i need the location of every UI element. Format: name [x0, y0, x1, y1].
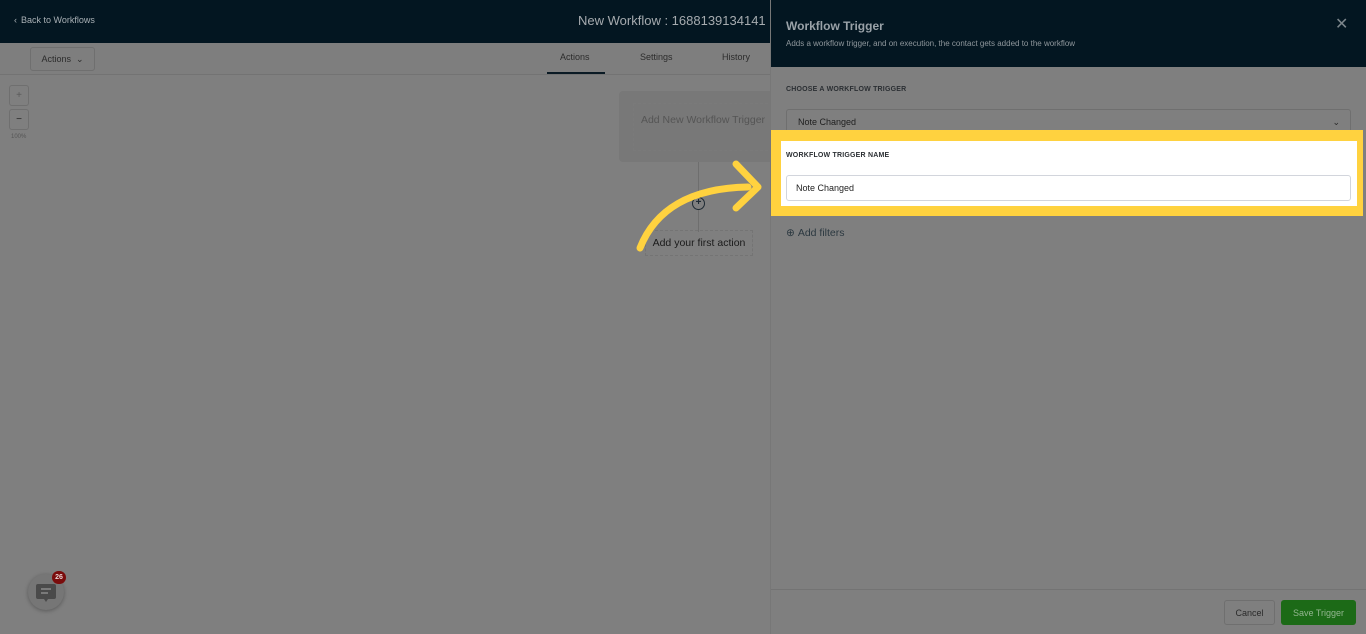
add-trigger-button[interactable]: Add New Workflow Trigger [633, 103, 773, 151]
workflow-trigger-panel: Workflow Trigger Adds a workflow trigger… [770, 0, 1366, 634]
choose-trigger-label: CHOOSE A WORKFLOW TRIGGER [786, 86, 907, 93]
tab-settings[interactable]: Settings [640, 52, 673, 62]
close-icon[interactable]: ✕ [1335, 17, 1351, 33]
highlight-box [771, 130, 1363, 216]
chevron-left-icon: ‹ [14, 15, 17, 25]
trigger-name-label: WORKFLOW TRIGGER NAME [786, 152, 890, 159]
add-filters-link[interactable]: ⊕ Add filters [786, 227, 845, 239]
workflow-toolbar: Actions ⌄ Actions Settings History [0, 43, 770, 75]
add-filters-label: Add filters [797, 227, 845, 239]
trigger-name-input[interactable] [786, 175, 1351, 201]
save-trigger-button[interactable]: Save Trigger [1281, 600, 1356, 625]
zoom-in-button[interactable]: + [9, 85, 29, 106]
zoom-out-button[interactable]: − [9, 109, 29, 130]
cancel-button[interactable]: Cancel [1224, 600, 1275, 625]
actions-dropdown[interactable]: Actions ⌄ [30, 47, 95, 71]
panel-title: Workflow Trigger [786, 19, 884, 33]
panel-footer: Cancel Save Trigger [771, 589, 1366, 634]
annotation-arrow-icon [636, 160, 762, 252]
app-header: ‹ Back to Workflows New Workflow : 16881… [0, 0, 770, 43]
workflow-title: New Workflow : 1688139134141 [578, 13, 766, 28]
plus-circle-icon: ⊕ [786, 227, 795, 239]
chevron-down-icon: ⌄ [75, 53, 84, 64]
zoom-level: 100% [11, 134, 27, 140]
panel-subtitle: Adds a workflow trigger, and on executio… [786, 39, 1076, 48]
selected-trigger-value: Note Changed [798, 117, 857, 127]
back-to-workflows-link[interactable]: ‹ Back to Workflows [14, 15, 95, 25]
panel-header: Workflow Trigger Adds a workflow trigger… [771, 0, 1366, 67]
notification-badge: 26 [52, 571, 66, 584]
actions-dropdown-label: Actions [41, 54, 71, 64]
active-tab-indicator [547, 72, 605, 74]
tab-history[interactable]: History [722, 52, 750, 62]
tab-actions[interactable]: Actions [560, 52, 590, 62]
back-label: Back to Workflows [21, 15, 95, 25]
